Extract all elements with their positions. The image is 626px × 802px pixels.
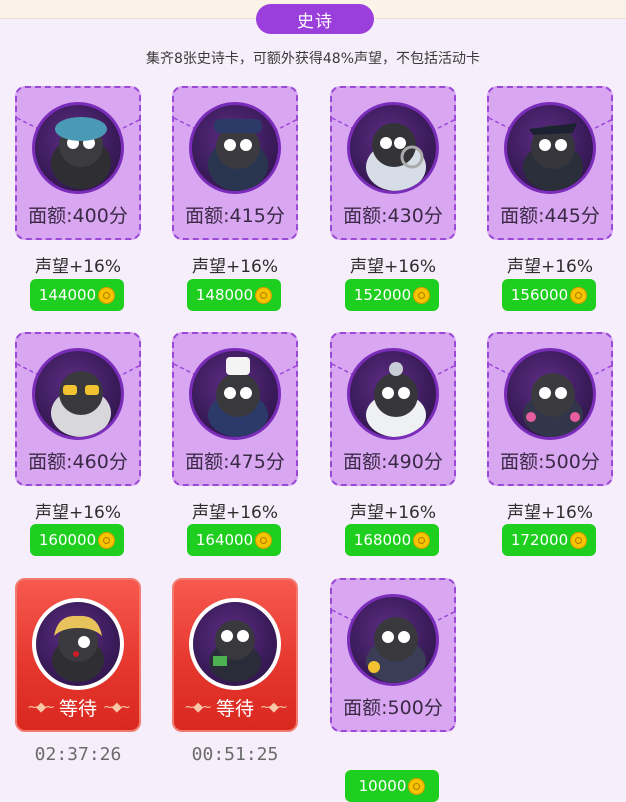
event-card[interactable]: 面额:500分: [330, 578, 456, 732]
waiting-card[interactable]: ~◆~ 等待 ~◆~: [172, 578, 298, 732]
reputation-bonus: 声望+16%: [191, 503, 279, 523]
reputation-bonus: 声望+16%: [349, 503, 437, 523]
buy-price-button[interactable]: 168000: [345, 524, 439, 556]
card-face-value: 面额:445分: [500, 205, 600, 227]
countdown-timer: 00:51:25: [191, 744, 279, 765]
epic-card[interactable]: 面额:460分: [15, 332, 141, 486]
epic-card[interactable]: 面额:415分: [172, 86, 298, 240]
buy-price-button[interactable]: 156000: [502, 279, 596, 311]
epic-card[interactable]: 面额:430分: [330, 86, 456, 240]
character-avatar: [32, 102, 124, 194]
buy-price-button[interactable]: 152000: [345, 279, 439, 311]
reputation-bonus: 声望+16%: [506, 503, 594, 523]
buy-price-button[interactable]: 160000: [30, 524, 124, 556]
buy-price-button[interactable]: 164000: [187, 524, 281, 556]
card-face-value: 面额:430分: [343, 205, 443, 227]
character-avatar: [504, 102, 596, 194]
gold-coin-icon: [255, 531, 273, 549]
price-value: 152000: [353, 286, 412, 304]
gold-coin-icon: [570, 531, 588, 549]
character-avatar: [347, 594, 439, 686]
countdown-timer: 02:37:26: [34, 744, 122, 765]
card-face-value: 面额:500分: [343, 697, 443, 719]
card-face-value: 面额:460分: [28, 451, 128, 473]
card-face-value: 面额:490分: [343, 451, 443, 473]
card-face-value: 面额:400分: [28, 205, 128, 227]
character-avatar: [504, 348, 596, 440]
reputation-bonus: 声望+16%: [191, 257, 279, 277]
price-value: 10000: [358, 777, 407, 795]
card-face-value: 面额:415分: [185, 205, 285, 227]
price-value: 172000: [510, 531, 569, 549]
character-avatar: [347, 348, 439, 440]
epic-card[interactable]: 面额:490分: [330, 332, 456, 486]
card-face-value: 面额:475分: [185, 451, 285, 473]
reputation-bonus: 声望+16%: [506, 257, 594, 277]
collection-bonus-text: 集齐8张史诗卡，可额外获得48%声望，不包括活动卡: [145, 51, 481, 67]
epic-card[interactable]: 面额:445分: [487, 86, 613, 240]
waiting-status: 等待: [58, 697, 97, 720]
price-value: 148000: [195, 286, 254, 304]
character-avatar: [189, 348, 281, 440]
gold-coin-icon: [98, 286, 116, 304]
epic-card[interactable]: 面额:400分: [15, 86, 141, 240]
gold-coin-icon: [570, 286, 588, 304]
status-ribbon: ~◆~ 等待 ~◆~: [17, 694, 139, 720]
character-avatar: [347, 102, 439, 194]
section-title-pill: 史诗: [256, 4, 374, 34]
card-face-value: 面额:500分: [500, 451, 600, 473]
epic-card[interactable]: 面额:500分: [487, 332, 613, 486]
price-value: 144000: [38, 286, 97, 304]
character-avatar: [189, 598, 281, 690]
gold-coin-icon: [413, 286, 431, 304]
gold-coin-icon: [255, 286, 273, 304]
epic-card[interactable]: 面额:475分: [172, 332, 298, 486]
gold-coin-icon: [98, 531, 116, 549]
reputation-bonus: 声望+16%: [34, 503, 122, 523]
waiting-card[interactable]: ~◆~ 等待 ~◆~: [15, 578, 141, 732]
price-value: 164000: [195, 531, 254, 549]
buy-price-button[interactable]: 10000: [345, 770, 439, 802]
character-avatar: [32, 598, 124, 690]
character-avatar: [189, 102, 281, 194]
buy-price-button[interactable]: 172000: [502, 524, 596, 556]
gold-coin-icon: [413, 531, 431, 549]
character-avatar: [32, 348, 124, 440]
reputation-bonus: 声望+16%: [34, 257, 122, 277]
waiting-status: 等待: [215, 697, 254, 720]
buy-price-button[interactable]: 148000: [187, 279, 281, 311]
gold-coin-icon: [408, 777, 426, 795]
reputation-bonus: 声望+16%: [349, 257, 437, 277]
buy-price-button[interactable]: 144000: [30, 279, 124, 311]
price-value: 160000: [38, 531, 97, 549]
price-value: 168000: [353, 531, 412, 549]
status-ribbon: ~◆~ 等待 ~◆~: [174, 694, 296, 720]
price-value: 156000: [510, 286, 569, 304]
